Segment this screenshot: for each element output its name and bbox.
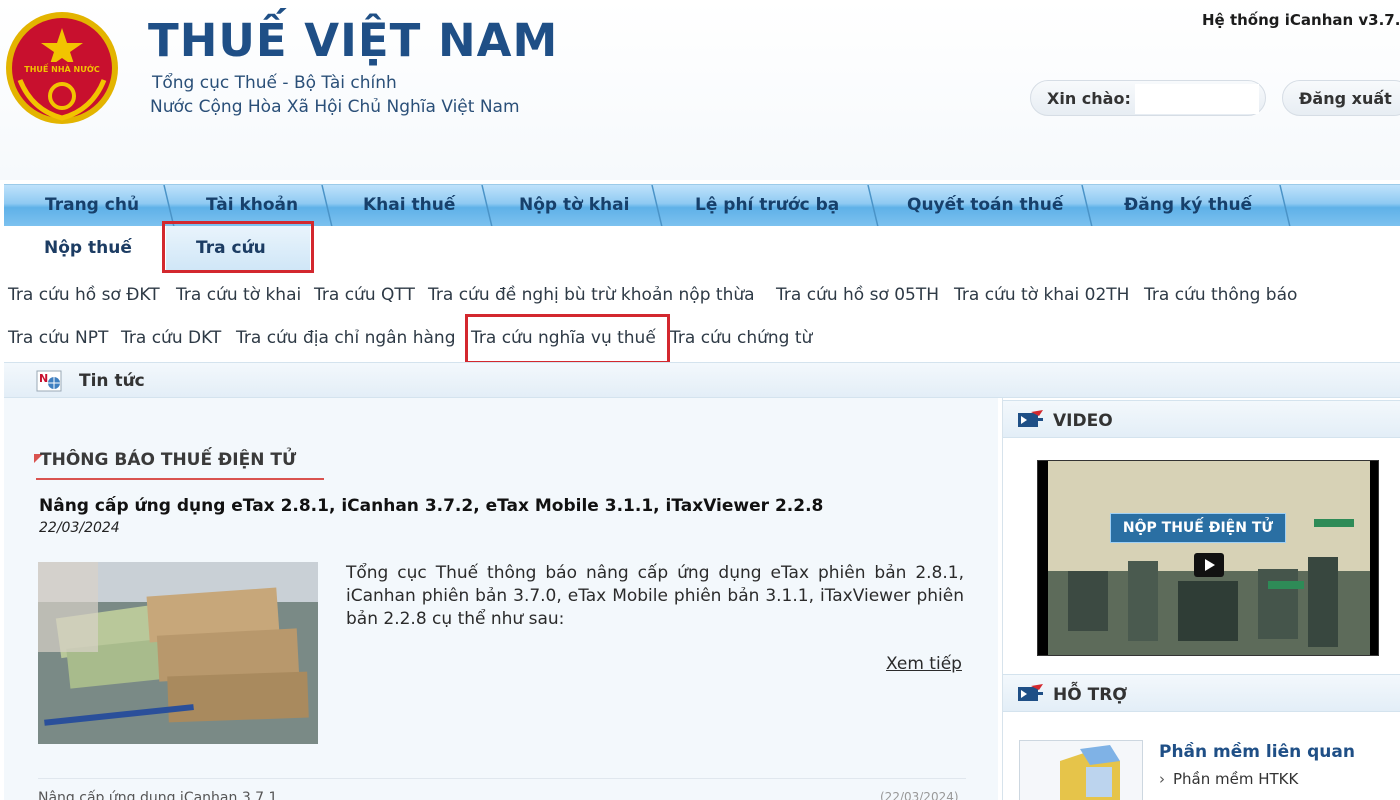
link-lookup-dkt-records[interactable]: Tra cứu hồ sơ ĐKT xyxy=(8,285,160,305)
news-label: Tin tức xyxy=(79,371,145,391)
read-more-link[interactable]: Xem tiếp xyxy=(886,654,962,674)
nav-submit-declaration[interactable]: Nộp tờ khai xyxy=(519,185,629,227)
video-panel-title: VIDEO xyxy=(1053,411,1113,431)
support-item-title[interactable]: Phần mềm liên quan xyxy=(1159,742,1355,762)
video-panel-icon xyxy=(1018,410,1043,427)
site-header: THUẾ NHÀ NƯỚC THUẾ VIỆT NAM Tổng cục Thu… xyxy=(0,0,1400,180)
link-lookup-02th-declarations[interactable]: Tra cứu tờ khai 02TH xyxy=(954,285,1129,305)
support-link-label: Phần mềm HTKK xyxy=(1173,770,1299,788)
section-heading: THÔNG BÁO THUẾ ĐIỆN TỬ xyxy=(40,450,297,470)
nav-separator xyxy=(1279,185,1291,227)
article-title[interactable]: Nâng cấp ứng dụng eTax 2.8.1, iCanhan 3.… xyxy=(39,496,823,516)
support-panel-icon xyxy=(1018,684,1043,701)
news-bar: N Tin tức xyxy=(4,362,1400,398)
news-icon: N xyxy=(36,370,62,392)
nav-separator xyxy=(867,185,879,227)
article-image[interactable] xyxy=(38,562,318,744)
lookup-links: Tra cứu hồ sơ ĐKT Tra cứu tờ khai Tra cứ… xyxy=(0,273,1400,364)
software-thumbnail[interactable] xyxy=(1019,740,1143,800)
site-subtitle-country: Nước Cộng Hòa Xã Hội Chủ Nghĩa Việt Nam xyxy=(150,97,520,117)
article-list-item[interactable]: Nâng cấp ứng dụng iCanhan 3.7.1 xyxy=(38,790,277,800)
nav-declare-tax[interactable]: Khai thuế xyxy=(363,185,455,227)
sub-navigation: Nộp thuế Tra cứu xyxy=(0,221,1400,274)
link-lookup-npt[interactable]: Tra cứu NPT xyxy=(8,328,108,348)
support-panel-title: HỖ TRỢ xyxy=(1053,685,1128,705)
support-link-htkk[interactable]: › Phần mềm HTKK xyxy=(1159,770,1298,788)
section-underline xyxy=(36,478,324,480)
nav-separator xyxy=(163,185,175,227)
site-title: THUẾ VIỆT NAM xyxy=(148,14,559,67)
link-lookup-documents[interactable]: Tra cứu chứng từ xyxy=(670,328,812,348)
link-lookup-notices[interactable]: Tra cứu thông báo xyxy=(1144,285,1297,305)
nav-account[interactable]: Tài khoản xyxy=(206,185,298,227)
nav-tax-registration[interactable]: Đăng ký thuế xyxy=(1124,185,1252,227)
nav-home[interactable]: Trang chủ xyxy=(45,185,139,227)
link-lookup-dkt[interactable]: Tra cứu DKT xyxy=(121,328,221,348)
site-subtitle-ministry: Tổng cục Thuế - Bộ Tài chính xyxy=(152,73,397,93)
tab-lookup[interactable]: Tra cứu xyxy=(166,226,310,272)
money-bundles-image xyxy=(38,562,318,744)
video-banner: NỘP THUẾ ĐIỆN TỬ xyxy=(1110,513,1286,543)
nav-registration-fee[interactable]: Lệ phí trước bạ xyxy=(695,185,839,227)
software-box-icon xyxy=(1020,741,1142,800)
row-divider xyxy=(38,778,966,779)
video-panel-header: VIDEO xyxy=(1003,400,1400,438)
video-player[interactable]: NỘP THUẾ ĐIỆN TỬ xyxy=(1037,460,1379,656)
greeting-label: Xin chào: xyxy=(1047,89,1131,108)
main-navigation: Trang chủ Tài khoản Khai thuế Nộp tờ kha… xyxy=(4,184,1400,227)
play-icon xyxy=(1205,559,1215,571)
national-emblem-icon: THUẾ NHÀ NƯỚC xyxy=(6,12,118,124)
nav-separator xyxy=(481,185,493,227)
link-lookup-declarations[interactable]: Tra cứu tờ khai xyxy=(176,285,301,305)
article-summary: Tổng cục Thuế thông báo nâng cấp ứng dụn… xyxy=(346,563,964,629)
link-lookup-offset-request[interactable]: Tra cứu đề nghị bù trừ khoản nộp thừa xyxy=(428,285,755,305)
logout-button[interactable]: Đăng xuất xyxy=(1282,80,1400,116)
link-lookup-tax-obligation[interactable]: Tra cứu nghĩa vụ thuế xyxy=(471,328,656,348)
nav-tax-finalization[interactable]: Quyết toán thuế xyxy=(907,185,1063,227)
support-panel-header: HỖ TRỢ xyxy=(1003,674,1400,712)
article-list-date: (22/03/2024) xyxy=(880,790,959,800)
sidebar: VIDEO NỘP THUẾ ĐIỆN TỬ HỖ TRỢ Phần mềm l… xyxy=(1002,398,1400,800)
nav-separator xyxy=(1081,185,1093,227)
chevron-right-icon: › xyxy=(1159,770,1165,788)
news-content: THÔNG BÁO THUẾ ĐIỆN TỬ Nâng cấp ứng dụng… xyxy=(4,398,998,800)
system-version-label: Hệ thống iCanhan v3.7. xyxy=(1202,11,1400,29)
svg-text:N: N xyxy=(39,372,48,385)
article-date: 22/03/2024 xyxy=(39,520,120,536)
play-button[interactable] xyxy=(1194,553,1224,577)
nav-separator xyxy=(651,185,663,227)
greeting-box: Xin chào: xyxy=(1030,80,1266,116)
tab-pay-tax[interactable]: Nộp thuế xyxy=(44,226,132,272)
link-lookup-qtt[interactable]: Tra cứu QTT xyxy=(314,285,415,305)
link-lookup-05th-records[interactable]: Tra cứu hồ sơ 05TH xyxy=(776,285,939,305)
nav-separator xyxy=(321,185,333,227)
link-lookup-bank-address[interactable]: Tra cứu địa chỉ ngân hàng xyxy=(236,328,456,348)
user-name-display xyxy=(1135,84,1259,114)
